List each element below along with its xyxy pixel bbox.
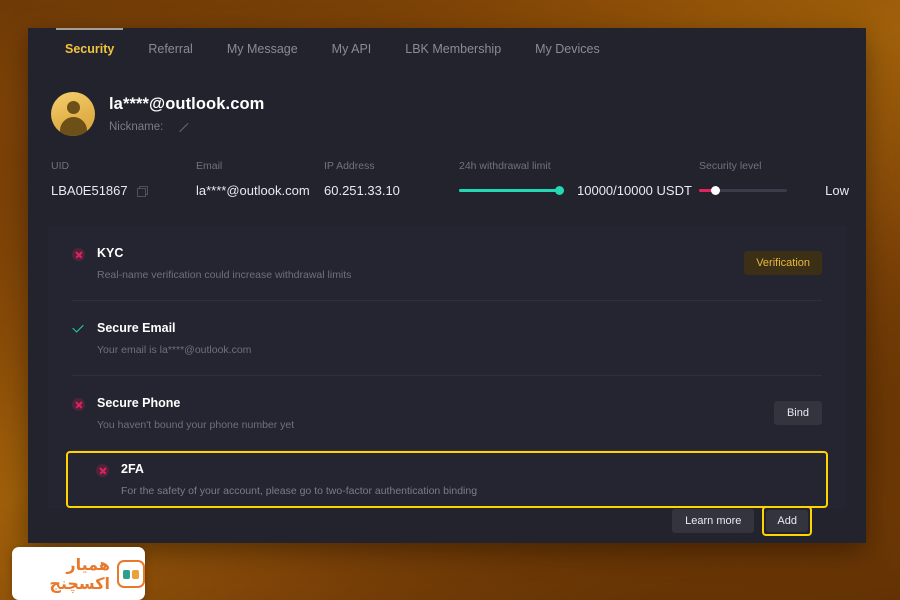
security-row-actions: Verification <box>744 251 822 275</box>
stat-ip-address: IP Address 60.251.33.10 <box>324 160 459 198</box>
security-row-2fa: 2FA For the safety of your account, plea… <box>66 451 828 508</box>
account-settings-card: Security Referral My Message My API LBK … <box>28 28 866 543</box>
stat-ip-label: IP Address <box>324 160 375 172</box>
stat-email: Email la****@outlook.com <box>196 160 324 198</box>
stat-withdrawal-limit: 24h withdrawal limit 10000/10000 USDT <box>459 160 699 198</box>
security-row-left: Secure Email Your email is la****@outloo… <box>72 321 251 356</box>
security-row-title: Secure Phone <box>97 395 181 410</box>
x-circle-icon <box>72 247 85 261</box>
profile-text: la****@outlook.com Nickname: <box>109 95 264 133</box>
tab-referral[interactable]: Referral <box>131 28 209 70</box>
profile-email: la****@outlook.com <box>109 95 265 113</box>
avatar <box>51 92 95 136</box>
pencil-icon[interactable] <box>177 122 188 133</box>
security-row-secure-phone: Secure Phone You haven't bound your phon… <box>72 376 822 451</box>
stat-uid-label: UID <box>51 160 70 172</box>
nickname-label: Nickname: <box>109 121 164 133</box>
security-row-texts: Secure Phone You haven't bound your phon… <box>97 396 294 431</box>
copy-icon[interactable] <box>136 185 148 197</box>
tab-lbk-membership[interactable]: LBK Membership <box>388 28 518 70</box>
security-meter: Low <box>699 183 849 198</box>
withdrawal-knob[interactable] <box>555 186 564 195</box>
nickname-row: Nickname: <box>109 121 264 133</box>
security-row-title: Secure Email <box>97 320 176 335</box>
security-row-title: KYC <box>97 245 124 260</box>
uid-text: LBA0E51867 <box>51 183 128 198</box>
stat-email-label: Email <box>196 160 223 172</box>
check-icon <box>72 323 85 336</box>
withdrawal-track[interactable] <box>459 186 564 195</box>
hamyar-exchange-logo-icon <box>117 559 145 588</box>
tab-security[interactable]: Security <box>48 28 131 70</box>
watermark-text: همیار اکسچنج <box>49 554 110 593</box>
withdrawal-value: 10000/10000 USDT <box>577 183 692 198</box>
account-stats-row: UID LBA0E51867 Email la****@outlook.com … <box>28 136 866 198</box>
withdrawal-meter: 10000/10000 USDT <box>459 183 699 198</box>
security-level-value: Low <box>825 183 849 198</box>
stat-withdrawal-label: 24h withdrawal limit <box>459 160 551 172</box>
watermark: همیار اکسچنج <box>12 547 145 600</box>
security-row-desc: You haven't bound your phone number yet <box>97 418 295 431</box>
security-row-2fa-actions: Learn more Add <box>672 506 812 536</box>
tab-my-api[interactable]: My API <box>315 28 389 70</box>
security-row-desc: Your email is la****@outlook.com <box>97 343 252 356</box>
add-button-highlight: Add <box>762 506 812 536</box>
security-row-texts: 2FA For the safety of your account, plea… <box>121 462 477 497</box>
security-row-left: 2FA For the safety of your account, plea… <box>96 462 477 497</box>
security-row-title: 2FA <box>121 462 144 476</box>
security-row-texts: KYC Real-name verification could increas… <box>97 246 351 281</box>
stat-security-level: Security level Low <box>699 160 849 198</box>
bind-button[interactable]: Bind <box>773 401 822 425</box>
x-circle-icon <box>72 397 85 411</box>
security-row-left: KYC Real-name verification could increas… <box>72 246 351 281</box>
security-row-kyc: KYC Real-name verification could increas… <box>72 226 822 301</box>
verification-button[interactable]: Verification <box>744 251 822 275</box>
security-row-left: Secure Phone You haven't bound your phon… <box>72 396 294 431</box>
security-track[interactable] <box>699 186 788 195</box>
withdrawal-fill <box>459 189 564 192</box>
security-row-actions: Bind <box>773 401 822 425</box>
learn-more-button[interactable]: Learn more <box>672 509 755 533</box>
security-row-desc: Real-name verification could increase wi… <box>97 268 352 281</box>
stat-security-label: Security level <box>699 160 762 172</box>
profile-header: la****@outlook.com Nickname: <box>28 70 866 136</box>
add-button[interactable]: Add <box>766 510 808 532</box>
security-knob[interactable] <box>711 186 720 195</box>
stat-email-value: la****@outlook.com <box>196 183 310 198</box>
stat-ip-value: 60.251.33.10 <box>324 183 400 198</box>
tab-bar: Security Referral My Message My API LBK … <box>28 28 866 70</box>
tab-my-devices[interactable]: My Devices <box>518 28 617 70</box>
stat-uid: UID LBA0E51867 <box>51 160 196 198</box>
security-row-texts: Secure Email Your email is la****@outloo… <box>97 321 251 356</box>
stat-uid-value: LBA0E51867 <box>51 183 196 198</box>
security-row-desc: For the safety of your account, please g… <box>121 485 478 497</box>
security-items-panel: KYC Real-name verification could increas… <box>48 226 846 536</box>
security-row-secure-email: Secure Email Your email is la****@outloo… <box>72 301 822 376</box>
tab-my-message[interactable]: My Message <box>210 28 315 70</box>
x-circle-icon <box>96 464 109 477</box>
